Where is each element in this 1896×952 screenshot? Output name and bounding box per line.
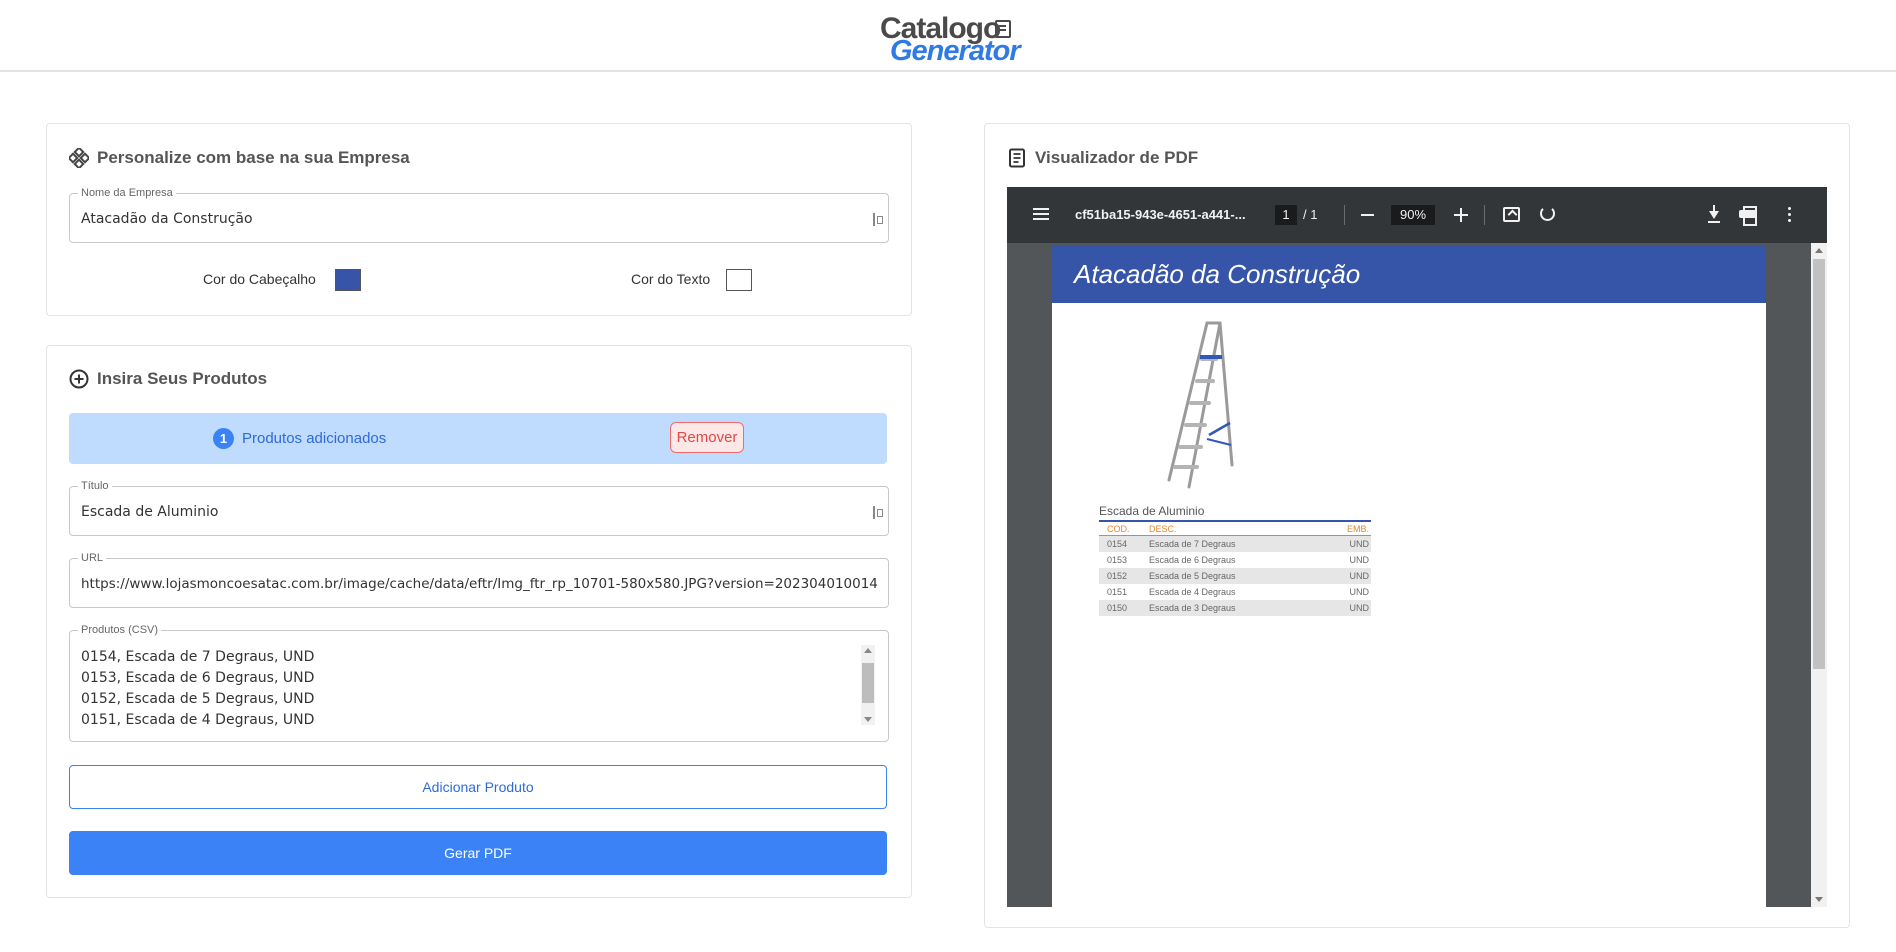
- csv-line: 0154, Escada de 7 Degraus, UND: [81, 649, 315, 665]
- scroll-down-icon[interactable]: [1815, 897, 1823, 902]
- csv-text: 0154, Escada de 7 Degraus, UND 0153, Esc…: [81, 647, 314, 731]
- document-icon: [1007, 148, 1027, 168]
- add-product-button[interactable]: Adicionar Produto: [69, 765, 887, 809]
- url-label: URL: [78, 551, 107, 565]
- remove-button[interactable]: Remover: [670, 422, 744, 453]
- more-options-icon[interactable]: [1788, 207, 1791, 210]
- scroll-up-icon[interactable]: [864, 648, 872, 653]
- pdf-page: Atacadão da Construção Escada de Alumini…: [1052, 245, 1766, 907]
- product-title-label: Título: [78, 479, 112, 493]
- text-format-icon[interactable]: [873, 506, 883, 519]
- table-cell: UND: [1349, 539, 1370, 549]
- products-count-badge: 1: [213, 428, 234, 449]
- url-field[interactable]: URL https://www.lojasmoncoesatac.com.br/…: [69, 551, 889, 608]
- top-bar: Catalogo Generator: [0, 0, 1896, 72]
- scroll-down-icon[interactable]: [864, 717, 872, 722]
- products-card-title: Insira Seus Produtos: [69, 369, 267, 389]
- print-icon[interactable]: [1739, 206, 1757, 226]
- company-card-title: Personalize com base na sua Empresa: [67, 146, 410, 170]
- pdf-card: Visualizador de PDF cf51ba15-943e-4651-a…: [984, 123, 1850, 928]
- toolbar-divider: [1344, 205, 1345, 225]
- pdf-scrollbar[interactable]: [1811, 243, 1827, 907]
- scrollbar-thumb[interactable]: [862, 663, 874, 703]
- table-cell: UND: [1349, 587, 1370, 597]
- zoom-out-icon[interactable]: [1361, 214, 1374, 216]
- menu-icon[interactable]: [1033, 208, 1049, 210]
- csv-scrollbar[interactable]: [861, 645, 875, 725]
- table-cell: Escada de 5 Degraus: [1149, 571, 1236, 581]
- table-row: 0153 Escada de 6 Degraus UND: [1099, 552, 1371, 568]
- scrollbar-thumb[interactable]: [1813, 259, 1825, 669]
- table-cell: 0150: [1107, 603, 1128, 613]
- generate-pdf-button[interactable]: Gerar PDF: [69, 831, 887, 875]
- pdf-product-table: COD. DESC. EMB. 0154 Escada de 7 Degraus…: [1099, 520, 1371, 616]
- product-title-field[interactable]: Título Escada de Aluminio: [69, 479, 889, 536]
- table-row: 0151 Escada de 4 Degraus UND: [1099, 584, 1371, 600]
- header-color-swatch[interactable]: [335, 269, 361, 291]
- table-cell: UND: [1349, 603, 1370, 613]
- company-name-label: Nome da Empresa: [78, 186, 176, 200]
- table-cell: UND: [1349, 555, 1370, 565]
- download-icon[interactable]: [1707, 205, 1721, 223]
- text-format-icon[interactable]: [873, 213, 883, 226]
- text-color-swatch[interactable]: [726, 269, 752, 291]
- table-header-cell: COD.: [1107, 524, 1130, 534]
- palette-icon: [67, 146, 91, 170]
- pdf-product-title: Escada de Aluminio: [1099, 504, 1205, 518]
- table-cell: Escada de 3 Degraus: [1149, 603, 1236, 613]
- url-value: https://www.lojasmoncoesatac.com.br/imag…: [81, 576, 877, 592]
- table-row: 0150 Escada de 3 Degraus UND: [1099, 600, 1371, 616]
- table-row: 0152 Escada de 5 Degraus UND: [1099, 568, 1371, 584]
- pdf-card-title-text: Visualizador de PDF: [1035, 148, 1199, 167]
- products-card-title-text: Insira Seus Produtos: [97, 369, 268, 388]
- company-card: Personalize com base na sua Empresa Nome…: [46, 123, 912, 316]
- products-added-label: Produtos adicionados: [242, 430, 387, 447]
- table-header-cell: EMB.: [1346, 524, 1369, 534]
- table-cell: 0154: [1107, 539, 1128, 549]
- fit-page-icon[interactable]: [1503, 207, 1520, 222]
- rotate-icon[interactable]: [1540, 206, 1555, 221]
- pdf-card-title: Visualizador de PDF: [1007, 148, 1198, 168]
- scroll-up-icon[interactable]: [1815, 248, 1823, 253]
- csv-label: Produtos (CSV): [78, 623, 162, 637]
- toolbar-divider: [1484, 205, 1485, 225]
- plus-circle-icon: [69, 369, 89, 389]
- table-cell: Escada de 6 Degraus: [1149, 555, 1236, 565]
- page-number-input[interactable]: 1: [1275, 205, 1297, 225]
- product-title-value: Escada de Aluminio: [81, 504, 219, 520]
- table-cell: UND: [1349, 571, 1370, 581]
- company-name-field[interactable]: Nome da Empresa Atacadão da Construção: [69, 186, 889, 243]
- text-color-label: Cor do Texto: [631, 271, 711, 287]
- table-cell: Escada de 7 Degraus: [1149, 539, 1236, 549]
- table-cell: Escada de 4 Degraus: [1149, 587, 1236, 597]
- pdf-page-header: Atacadão da Construção: [1052, 245, 1766, 303]
- pdf-filename: cf51ba15-943e-4651-a441-...: [1075, 207, 1246, 222]
- products-added-banner: 1 Produtos adicionados Remover: [69, 413, 887, 464]
- table-cell: 0151: [1107, 587, 1128, 597]
- table-cell: 0153: [1107, 555, 1128, 565]
- zoom-in-icon[interactable]: [1454, 208, 1468, 222]
- zoom-level-input[interactable]: 90%: [1391, 205, 1435, 225]
- table-header-cell: DESC.: [1149, 524, 1177, 534]
- csv-field[interactable]: Produtos (CSV) 0154, Escada de 7 Degraus…: [69, 623, 889, 742]
- page-total: / 1: [1303, 207, 1318, 222]
- header-color-label: Cor do Cabeçalho: [203, 271, 316, 287]
- csv-line: 0152, Escada de 5 Degraus, UND: [81, 691, 315, 707]
- app-logo[interactable]: Catalogo Generator: [878, 12, 1021, 67]
- csv-line: 0151, Escada de 4 Degraus, UND: [81, 712, 315, 728]
- csv-line: 0153, Escada de 6 Degraus, UND: [81, 670, 315, 686]
- table-row: 0154 Escada de 7 Degraus UND: [1099, 536, 1371, 552]
- table-header-row: COD. DESC. EMB.: [1099, 522, 1371, 536]
- products-card: Insira Seus Produtos 1 Produtos adiciona…: [46, 345, 912, 898]
- product-image: [1117, 315, 1292, 500]
- company-card-title-text: Personalize com base na sua Empresa: [97, 148, 410, 167]
- logo-line2: Generator: [890, 35, 1021, 67]
- pdf-page-title: Atacadão da Construção: [1074, 259, 1361, 289]
- table-cell: 0152: [1107, 571, 1128, 581]
- pdf-toolbar: cf51ba15-943e-4651-a441-... 1 / 1 90%: [1007, 187, 1827, 243]
- pdf-viewer[interactable]: cf51ba15-943e-4651-a441-... 1 / 1 90% At…: [1007, 187, 1827, 907]
- company-name-value: Atacadão da Construção: [81, 211, 253, 227]
